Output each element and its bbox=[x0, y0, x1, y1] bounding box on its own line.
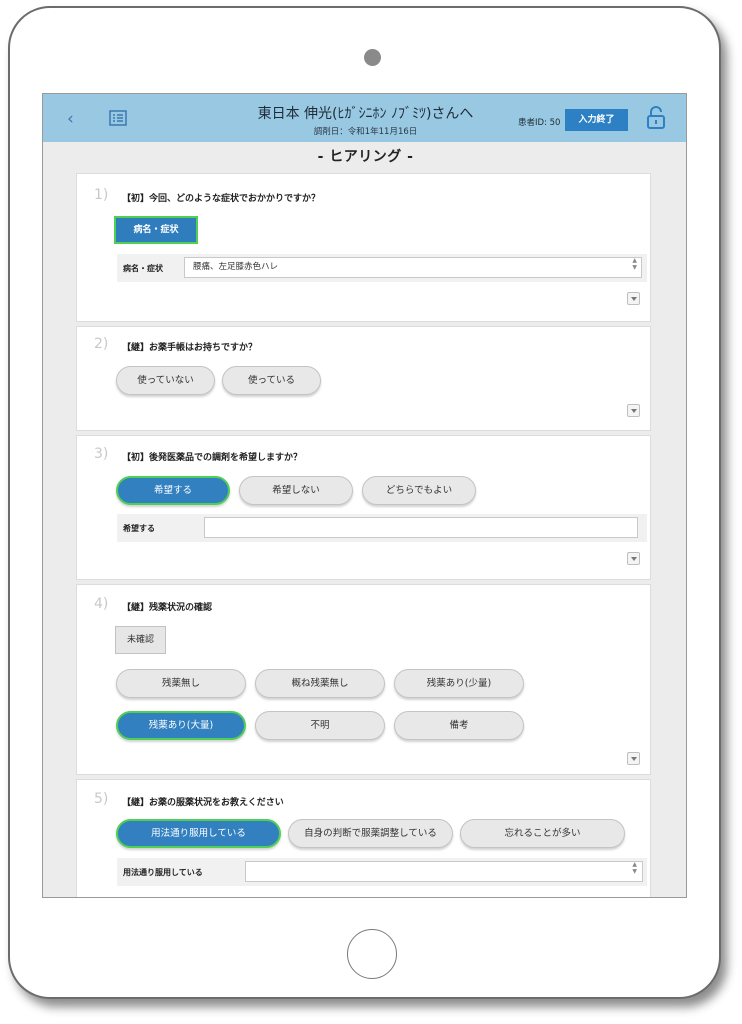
field-row: 用法通り服用している ▲ ▼ bbox=[117, 858, 647, 886]
option-notes-button[interactable]: 備考 bbox=[394, 711, 524, 740]
question-card-5: 5) 【継】お薬の服薬状況をお教えください 用法通り服用している 自身の判断で服… bbox=[76, 779, 651, 897]
app-header: ‹ 東日本 伸光(ﾋｶﾞｼﾆﾎﾝ ﾉﾌﾞﾐﾂ)さんへ 調剤日：令和1年11月16… bbox=[43, 94, 686, 142]
question-card-1: 1) 【初】今回、どのような症状でおかかりですか？ 病名・症状 病名・症状 腰痛… bbox=[76, 173, 651, 322]
option-not-using-button[interactable]: 使っていない bbox=[116, 366, 215, 395]
question-card-4: 4) 【継】残薬状況の確認 未確認 残薬無し 概ね残薬無し 残薬あり(少量) 残… bbox=[76, 584, 651, 775]
option-prefer-button[interactable]: 希望する bbox=[116, 476, 230, 505]
question-text: 【初】後発医薬品での調剤を希望しますか？ bbox=[122, 453, 303, 463]
page-title: - ヒアリング - bbox=[317, 149, 414, 165]
option-diagnosis-button[interactable]: 病名・症状 bbox=[114, 216, 198, 244]
app-screen: ‹ 東日本 伸光(ﾋｶﾞｼﾆﾎﾝ ﾉﾌﾞﾐﾂ)さんへ 調剤日：令和1年11月16… bbox=[42, 93, 687, 898]
option-either-button[interactable]: どちらでもよい bbox=[362, 476, 476, 505]
question-text: 【継】残薬状況の確認 bbox=[122, 603, 213, 613]
question-number: 4) bbox=[94, 596, 109, 612]
expand-icon[interactable] bbox=[627, 404, 640, 417]
field-label: 用法通り服用している bbox=[123, 868, 203, 877]
expand-icon[interactable] bbox=[627, 552, 640, 565]
camera-dot bbox=[364, 49, 381, 66]
expand-icon[interactable] bbox=[627, 752, 640, 765]
question-number: 2) bbox=[94, 336, 109, 352]
question-card-2: 2) 【継】お薬手帳はお持ちですか？ 使っていない 使っている bbox=[76, 326, 651, 431]
unlock-icon[interactable] bbox=[646, 105, 666, 133]
adherence-input[interactable] bbox=[245, 861, 643, 882]
finish-input-button[interactable]: 入力終了 bbox=[565, 109, 628, 131]
question-number: 3) bbox=[94, 446, 109, 462]
spinner-icon[interactable]: ▲ ▼ bbox=[632, 861, 637, 875]
field-label: 希望する bbox=[123, 524, 155, 533]
option-no-leftover-button[interactable]: 残薬無し bbox=[116, 669, 246, 698]
field-row: 希望する bbox=[117, 514, 647, 542]
field-row: 病名・症状 腰痛、左足膝赤色ハレ ▲ ▼ bbox=[117, 254, 647, 282]
option-mostly-no-leftover-button[interactable]: 概ね残薬無し bbox=[255, 669, 385, 698]
option-often-forget-button[interactable]: 忘れることが多い bbox=[460, 819, 625, 848]
preference-input[interactable] bbox=[204, 517, 638, 538]
question-text: 【継】お薬の服薬状況をお教えください bbox=[122, 798, 284, 808]
unconfirmed-button[interactable]: 未確認 bbox=[115, 626, 166, 654]
option-self-adjust-button[interactable]: 自身の判断で服薬調整している bbox=[288, 819, 453, 848]
question-text: 【継】お薬手帳はお持ちですか？ bbox=[122, 343, 258, 353]
home-button[interactable] bbox=[347, 929, 397, 979]
option-using-button[interactable]: 使っている bbox=[222, 366, 321, 395]
expand-icon[interactable] bbox=[627, 292, 640, 305]
question-number: 1) bbox=[94, 187, 109, 203]
question-text: 【初】今回、どのような症状でおかかりですか？ bbox=[122, 194, 321, 204]
option-leftover-large-button[interactable]: 残薬あり(大量) bbox=[116, 711, 246, 740]
option-as-directed-button[interactable]: 用法通り服用している bbox=[116, 819, 281, 848]
question-number: 5) bbox=[94, 791, 109, 807]
spinner-icon[interactable]: ▲ ▼ bbox=[632, 257, 637, 271]
option-unknown-button[interactable]: 不明 bbox=[255, 711, 385, 740]
option-not-prefer-button[interactable]: 希望しない bbox=[239, 476, 353, 505]
field-label: 病名・症状 bbox=[123, 264, 163, 273]
option-leftover-small-button[interactable]: 残薬あり(少量) bbox=[394, 669, 524, 698]
diagnosis-input[interactable]: 腰痛、左足膝赤色ハレ bbox=[184, 257, 642, 278]
question-card-3: 3) 【初】後発医薬品での調剤を希望しますか？ 希望する 希望しない どちらでも… bbox=[76, 435, 651, 580]
patient-id: 患者ID: 50 bbox=[518, 118, 561, 128]
